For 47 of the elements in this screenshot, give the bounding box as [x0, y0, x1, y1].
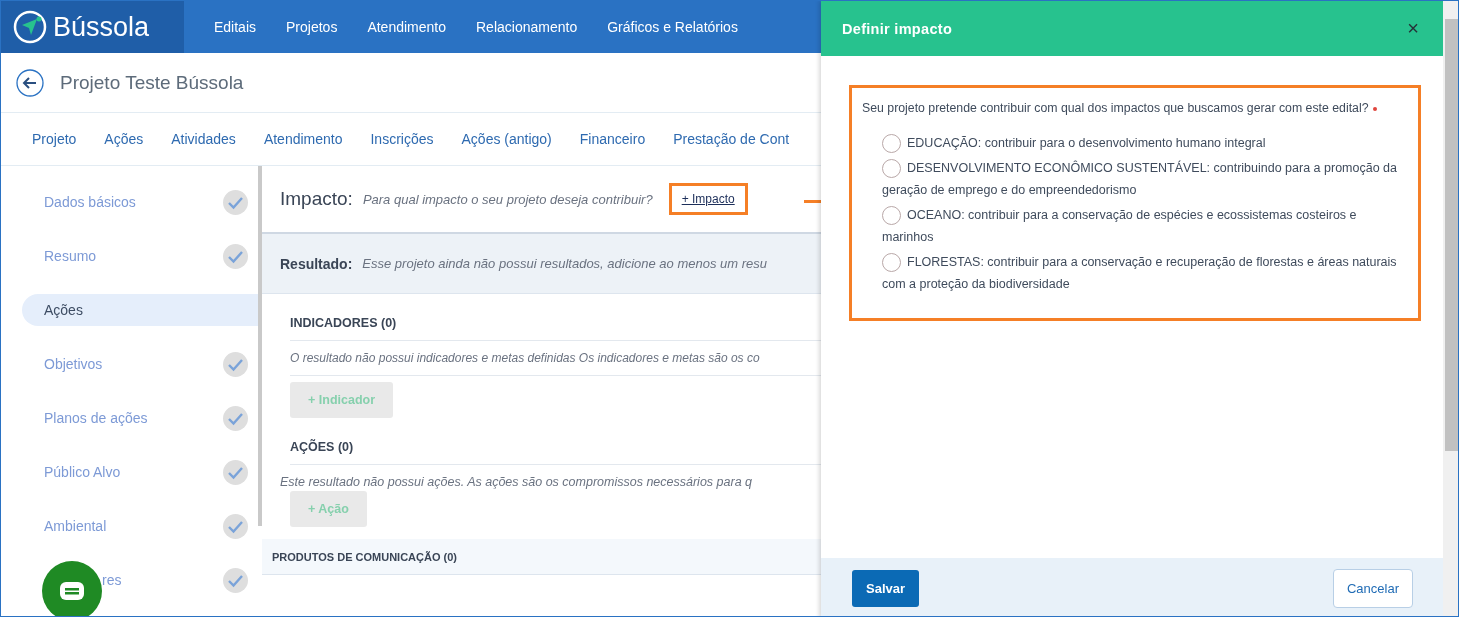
nav-link[interactable]: Atendimento — [367, 19, 446, 35]
cancel-button[interactable]: Cancelar — [1332, 568, 1413, 608]
sidebar-item[interactable]: Dados básicos — [22, 186, 258, 218]
tab[interactable]: Ações (antigo) — [461, 131, 552, 147]
close-button[interactable]: × — [1403, 17, 1423, 40]
scrollbar[interactable] — [1443, 1, 1458, 616]
radio-option[interactable]: FLORESTAS: contribuir para a conservação e recuperação de florestas e áreas naturais com a proteção da biodiversidade — [862, 251, 1398, 295]
radio-option[interactable]: EDUCAÇÃO: contribuir para o desenvolvimento humano integral — [862, 132, 1398, 154]
radio-button[interactable] — [882, 159, 901, 179]
back-icon[interactable] — [16, 68, 44, 97]
sidebar-item[interactable]: Planos de ações — [22, 402, 258, 434]
sidebar-item[interactable]: Público Alvo — [22, 456, 258, 488]
result-text: Esse projeto ainda não possui resultados, adicione ao menos um resu — [362, 256, 768, 271]
nav-link[interactable]: Projetos — [286, 19, 338, 35]
save-button[interactable]: Salvar — [852, 569, 920, 607]
nav-link[interactable]: Relacionamento — [476, 19, 578, 35]
nav-link[interactable]: Gráficos e Relatórios — [607, 19, 738, 35]
tab[interactable]: Prestação de Cont — [673, 131, 790, 147]
sidebar-item[interactable]: Ambiental — [22, 510, 258, 542]
project-title: Projeto Teste Bússola — [60, 71, 244, 94]
brand-name: Bússola — [53, 11, 150, 43]
radio-button[interactable] — [882, 206, 901, 226]
tab[interactable]: Projeto — [32, 131, 77, 147]
sidebar-item[interactable]: res — [22, 564, 258, 596]
add-impact-link[interactable]: + Impacto — [668, 183, 748, 215]
impact-heading: Impacto: — [280, 188, 353, 210]
nav-link[interactable]: Editais — [214, 19, 257, 35]
tab[interactable]: Financeiro — [579, 131, 646, 147]
compass-logo-icon — [13, 10, 47, 44]
tab[interactable]: Atividades — [171, 131, 236, 147]
sidebar-item[interactable]: Ações — [22, 294, 258, 326]
sidebar-item[interactable]: Resumo — [22, 240, 258, 272]
section-text: Este resultado não possui ações. As ações são os compromissos necessários para q — [279, 474, 753, 491]
sidebar-item[interactable]: Objetivos — [22, 348, 258, 380]
radio-option[interactable]: OCEANO: contribuir para a conservação de espécies e ecossistemas costeiros e marinhos — [862, 204, 1398, 248]
tab[interactable]: Ações — [104, 131, 144, 147]
tab[interactable]: Inscrições — [370, 131, 434, 147]
chat-icon — [59, 581, 85, 601]
impact-hint: Para qual impacto o seu projeto deseja contribuir? — [362, 191, 653, 207]
radio-button[interactable] — [882, 134, 901, 154]
chat-button[interactable] — [42, 561, 102, 616]
result-label: Resultado: — [280, 255, 353, 272]
question-text: Seu projeto pretende contribuir com qual dos impactos que buscamos gerar com este edital? — [862, 98, 1398, 118]
radio-button[interactable] — [882, 253, 901, 273]
radio-option[interactable]: DESENVOLVIMENTO ECONÔMICO SUSTENTÁVEL: contribuindo para a promoção da geração de emprego e do empreendedorismo — [862, 157, 1398, 201]
tab[interactable]: Atendimento — [263, 131, 343, 147]
panel-title: Definir impacto — [842, 20, 953, 37]
